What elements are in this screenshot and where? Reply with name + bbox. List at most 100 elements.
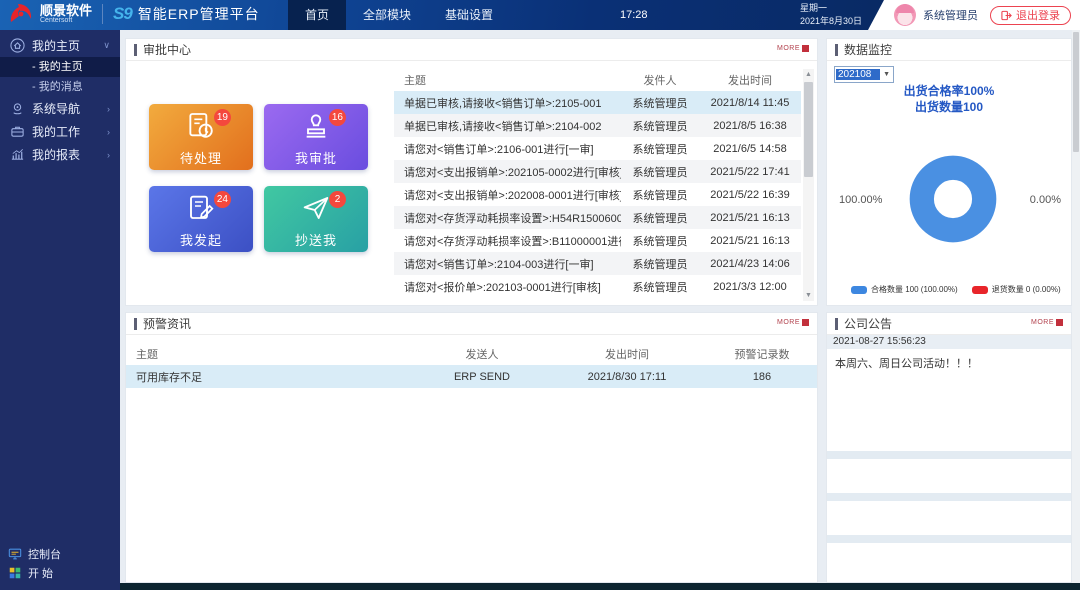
badge-count: 19 [214,109,231,126]
badge-count: 24 [214,191,231,208]
announcements-panel: 公司公告 MORE 2021-08-27 15:56:23 本周六、周日公司活动… [826,312,1072,583]
tab-home[interactable]: 首页 [288,0,346,30]
scrollbar-thumb[interactable] [804,82,813,177]
announcement-empty-row [827,451,1071,459]
tile-label: 抄送我 [264,230,368,249]
tile-pending[interactable]: 待处理 19 [149,104,253,170]
sidebar-item-label: 系统导航 [32,100,80,117]
tab-all-modules[interactable]: 全部模块 [346,0,428,30]
table-row[interactable]: 请您对<支出报销单>:202008-0001进行[审核] 系统管理员 2021/… [394,183,801,206]
tile-initiated-by-me[interactable]: 我发起 24 [149,186,253,252]
table-row[interactable]: 请您对<销售订单>:2106-001进行[一审] 系统管理员 2021/6/5 … [394,137,801,160]
sidebar-subitem-my-messages[interactable]: - 我的消息 [0,77,120,97]
sidebar-subitem-my-home[interactable]: - 我的主页 [0,57,120,77]
scrollbar-thumb[interactable] [1073,32,1079,152]
badge-count: 16 [329,109,346,126]
console-label: 控制台 [28,546,61,562]
tile-label: 待处理 [149,148,253,167]
table-row[interactable]: 请您对<支出报销单>:202105-0002进行[审核] 系统管理员 2021/… [394,160,801,183]
donut-ring [922,168,984,230]
chevron-right-icon: › [107,104,110,114]
more-icon [802,45,809,52]
approval-more-button[interactable]: MORE [777,45,809,52]
app-logo: 顺景软件 Centersoft S9 智能ERP管理平台 [8,2,260,26]
announcements-more-button[interactable]: MORE [1031,319,1063,326]
chevron-right-icon: › [107,150,110,160]
window-scrollbar[interactable] [1072,30,1080,583]
alerts-table-header: 主题 发送人 发出时间 预警记录数 [126,343,817,365]
chart-legend: 合格数量 100 (100.00%) 退货数量 0 (0.00%) [851,284,1061,295]
data-monitor-panel: 数据监控 202108 ▼ 出货合格率100% 出货数量100 100.00% … [826,38,1072,306]
table-row[interactable]: 请您对<存货浮动耗损率设置>:B11000001进行[审核] 系统管理员 202… [394,229,801,252]
sidebar-item-my-home-group[interactable]: 我的主页 ∨ [0,34,120,57]
product-title: 智能ERP管理平台 [138,4,260,24]
sidebar-item-my-work[interactable]: 我的工作 › [0,120,120,143]
tab-base-settings[interactable]: 基础设置 [428,0,510,30]
more-icon [802,319,809,326]
approval-table-scrollbar[interactable]: ▲ ▼ [803,69,814,301]
scroll-up-icon[interactable]: ▲ [803,69,814,80]
alerts-panel: 预警资讯 MORE 主题 发送人 发出时间 预警记录数 可用库存不足 ERP S… [125,312,818,583]
main-nav-tabs: 首页 全部模块 基础设置 [288,0,510,30]
donut-right-label: 0.00% [1030,194,1061,206]
user-avatar[interactable] [894,4,916,26]
shipment-qty-text: 出货数量100 [827,98,1071,115]
tile-label: 我发起 [149,230,253,249]
table-row[interactable]: 可用库存不足 ERP SEND 2021/8/30 17:11 186 [126,365,817,388]
approval-table: 主题 发件人 发出时间 单据已审核,请接收<销售订单>:2105-001 系统管… [394,69,801,298]
sidebar-item-my-reports[interactable]: 我的报表 › [0,143,120,166]
alerts-title: 预警资讯 [143,315,191,332]
sidebar: 我的主页 ∨ - 我的主页 - 我的消息 系统导航 › 我的工作 › 我的报表 … [0,30,120,590]
period-select[interactable]: 202108 ▼ [834,66,894,83]
window-bottom-edge [120,583,1080,590]
approval-center-title: 审批中心 [143,41,191,58]
announcement-date: 2021-08-27 15:56:23 [827,335,1071,349]
legend-item-pass: 合格数量 100 (100.00%) [851,284,958,295]
sidebar-item-console[interactable]: 控制台 [0,544,120,563]
sidebar-item-label: 我的主页 [32,37,80,54]
approval-table-header: 主题 发件人 发出时间 [394,69,801,91]
scroll-down-icon[interactable]: ▼ [803,290,814,301]
home-icon [10,38,25,53]
logout-label: 退出登录 [1016,7,1060,23]
sidebar-item-start[interactable]: 开 始 [0,563,120,582]
top-navbar: 顺景软件 Centersoft S9 智能ERP管理平台 首页 全部模块 基础设… [0,0,1080,30]
table-row[interactable]: 单据已审核,请接收<销售订单>:2105-001 系统管理员 2021/8/14… [394,91,801,114]
console-monitor-icon [8,547,22,561]
table-row[interactable]: 请您对<销售订单>:2104-003进行[一审] 系统管理员 2021/4/23… [394,252,801,275]
table-row[interactable]: 请您对<存货浮动耗损率设置>:H54R15006002进行[审核] 系统管理员 … [394,206,801,229]
username-label: 系统管理员 [923,7,978,23]
announcement-item[interactable]: 2021-08-27 15:56:23 本周六、周日公司活动！！！ [827,335,1071,417]
map-pin-icon [10,101,25,116]
announcements-title: 公司公告 [844,315,892,332]
title-marker [134,318,137,330]
approval-center-panel: 审批中心 MORE 待处理 19 我审批 16 我发起 24 抄送我 2 [125,38,818,306]
legend-item-return: 退货数量 0 (0.00%) [972,284,1061,295]
table-row[interactable]: 请您对<报价单>:202103-0001进行[审核] 系统管理员 2021/3/… [394,275,801,298]
legend-swatch-red [972,286,988,294]
chevron-down-icon: ▼ [880,71,893,78]
chevron-right-icon: › [107,127,110,137]
logout-icon [1001,10,1012,21]
title-marker [835,44,838,56]
alerts-more-button[interactable]: MORE [777,319,809,326]
title-marker [835,318,838,330]
paper-plane-icon [300,193,332,223]
tile-my-approvals[interactable]: 我审批 16 [264,104,368,170]
table-row[interactable]: 单据已审核,请接收<销售订单>:2104-002 系统管理员 2021/8/5 … [394,114,801,137]
data-monitor-title: 数据监控 [844,41,892,58]
announcement-empty-row [827,535,1071,543]
start-label: 开 始 [28,565,53,581]
briefcase-icon [10,124,25,139]
chart-icon [10,147,25,162]
tile-label: 我审批 [264,148,368,167]
pass-rate-text: 出货合格率100% [827,82,1071,99]
title-marker [134,44,137,56]
sidebar-item-label: 我的报表 [32,146,80,163]
s9-logo: S9 [113,4,132,24]
tile-cc-to-me[interactable]: 抄送我 2 [264,186,368,252]
legend-swatch-blue [851,286,867,294]
logout-button[interactable]: 退出登录 [990,6,1071,25]
chevron-down-icon: ∨ [103,40,110,51]
sidebar-item-system-nav[interactable]: 系统导航 › [0,97,120,120]
